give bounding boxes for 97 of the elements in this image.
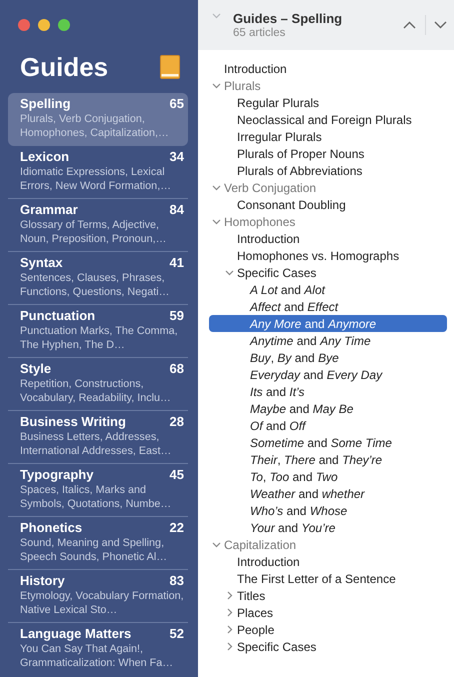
tree-item[interactable]: Weather and whether bbox=[209, 485, 447, 502]
article-count: 83 bbox=[170, 573, 184, 589]
guide-description: Spaces, Italics, Marks and Symbols, Quotations, Numbe… bbox=[20, 483, 172, 511]
tree-item[interactable]: Places bbox=[209, 604, 447, 621]
guide-title: Punctuation bbox=[20, 308, 96, 324]
guide-item[interactable]: History 83 Etymology, Vocabulary Formation, Native Lexical Sto… bbox=[8, 570, 188, 623]
guide-description: Etymology, Vocabulary Formation, Native Lexical Sto… bbox=[20, 589, 185, 617]
guide-description: Punctuation Marks, The Comma, The Hyphen, The D… bbox=[20, 324, 179, 352]
tree-item[interactable]: Your and You’re bbox=[209, 519, 447, 536]
tree-item[interactable]: Verb Conjugation bbox=[209, 179, 447, 196]
guide-item[interactable]: Grammar 84 Glossary of Terms, Adjective, Noun, Preposition, Pronoun,… bbox=[8, 199, 188, 252]
article-count: 45 bbox=[170, 467, 184, 483]
guide-title: Grammar bbox=[20, 202, 78, 218]
tree-item[interactable]: Affect and Effect bbox=[209, 298, 447, 315]
guide-item[interactable]: Punctuation 59 Punctuation Marks, The Comma, The Hyphen, The D… bbox=[8, 305, 188, 358]
tree-item[interactable]: Maybe and May Be bbox=[209, 400, 447, 417]
tree-item[interactable]: Regular Plurals bbox=[209, 94, 447, 111]
tree-item[interactable]: Titles bbox=[209, 587, 447, 604]
guide-description: Sound, Meaning and Spelling, Speech Sounds, Phonetic Al… bbox=[20, 536, 168, 564]
tree-item[interactable]: Their, There and They’re bbox=[209, 451, 447, 468]
guide-item[interactable]: Lexicon 34 Idiomatic Expressions, Lexical Errors, New Word Formation,… bbox=[8, 146, 188, 199]
tree-item[interactable]: Capitalization bbox=[209, 536, 447, 553]
guide-description: Idiomatic Expressions, Lexical Errors, New Word Formation,… bbox=[20, 165, 172, 193]
guide-title: Syntax bbox=[20, 255, 63, 271]
chevron-right-icon[interactable] bbox=[226, 608, 232, 617]
guide-description: Glossary of Terms, Adjective, Noun, Preposition, Pronoun,… bbox=[20, 218, 168, 246]
chevron-up-icon bbox=[402, 21, 416, 29]
article-count: 65 bbox=[170, 96, 184, 112]
tree-item[interactable]: Introduction bbox=[209, 230, 447, 247]
tree-item[interactable]: Homophones bbox=[209, 213, 447, 230]
article-count: 28 bbox=[170, 414, 184, 430]
guide-title: Lexicon bbox=[20, 149, 70, 165]
guide-title: Phonetics bbox=[20, 520, 82, 536]
tree-item[interactable]: Irregular Plurals bbox=[209, 128, 447, 145]
tree-item[interactable]: Introduction bbox=[209, 60, 447, 77]
tree-item[interactable]: People bbox=[209, 621, 447, 638]
tree-item[interactable]: The First Letter of a Sentence bbox=[209, 570, 447, 587]
tree-item[interactable]: Plurals bbox=[209, 77, 447, 94]
guide-item[interactable]: Spelling 65 Plurals, Verb Conjugation, Homophones, Capitalization,… bbox=[8, 93, 188, 146]
chevron-down-icon[interactable] bbox=[212, 82, 221, 88]
tree-item[interactable]: Plurals of Proper Nouns bbox=[209, 145, 447, 162]
tree-item[interactable]: Buy, By and Bye bbox=[209, 349, 447, 366]
guide-title: Language Matters bbox=[20, 626, 132, 642]
tree-item[interactable]: Its and It’s bbox=[209, 383, 447, 400]
zoom-button[interactable] bbox=[58, 19, 70, 31]
tree-item[interactable]: Specific Cases bbox=[209, 264, 447, 281]
page-title: Guides – Spelling bbox=[233, 11, 344, 26]
article-count: 34 bbox=[170, 149, 184, 165]
chevron-down-icon[interactable] bbox=[212, 542, 221, 548]
tree-item[interactable]: Consonant Doubling bbox=[209, 196, 447, 213]
guide-title: History bbox=[20, 573, 65, 589]
guide-description: Sentences, Clauses, Phrases, Functions, Questions, Negati… bbox=[20, 271, 170, 299]
tree-item[interactable]: Of and Off bbox=[209, 417, 447, 434]
article-count: 59 bbox=[170, 308, 184, 324]
article-count: 22 bbox=[170, 520, 184, 536]
tree-item[interactable]: Introduction bbox=[209, 553, 447, 570]
tree-item[interactable]: Neoclassical and Foreign Plurals bbox=[209, 111, 447, 128]
guide-title: Typography bbox=[20, 467, 94, 483]
guide-item[interactable]: Language Matters 52 You Can Say That Again!, Grammaticalization: When Fa… bbox=[8, 623, 188, 675]
article-count: 84 bbox=[170, 202, 184, 218]
article-count: 41 bbox=[170, 255, 184, 271]
tree-item[interactable]: Plurals of Abbreviations bbox=[209, 162, 447, 179]
chevron-down-icon[interactable] bbox=[212, 218, 221, 224]
tree-item[interactable]: To, Too and Two bbox=[209, 468, 447, 485]
guide-title: Business Writing bbox=[20, 414, 126, 430]
article-count: 68 bbox=[170, 361, 184, 377]
chevron-down-icon[interactable] bbox=[212, 184, 221, 190]
guide-item[interactable]: Syntax 41 Sentences, Clauses, Phrases, Functions, Questions, Negati… bbox=[8, 252, 188, 305]
tree-item[interactable]: Any More and Anymore bbox=[209, 315, 447, 332]
guide-item[interactable]: Typography 45 Spaces, Italics, Marks and Symbols, Quotations, Numbe… bbox=[8, 464, 188, 517]
tree-item[interactable]: Specific Cases bbox=[209, 638, 447, 655]
guide-item[interactable]: Business Writing 28 Business Letters, Addresses, International Addresses, East… bbox=[8, 411, 188, 464]
article-count: 52 bbox=[170, 626, 184, 642]
chevron-down-icon bbox=[434, 21, 446, 29]
tree-item[interactable]: Sometime and Some Time bbox=[209, 434, 447, 451]
guide-item[interactable]: Style 68 Repetition, Constructions, Vocabulary, Readability, Inclu… bbox=[8, 358, 188, 411]
tree-item[interactable]: Homophones vs. Homographs bbox=[209, 247, 447, 264]
chevron-right-icon[interactable] bbox=[226, 642, 232, 651]
tree-item[interactable]: Everyday and Every Day bbox=[209, 366, 447, 383]
tree-item[interactable]: Who’s and Whose bbox=[209, 502, 447, 519]
guide-description: You Can Say That Again!, Grammaticalization: When Fa… bbox=[20, 642, 174, 670]
guide-description: Plurals, Verb Conjugation, Homophones, Capitalization,… bbox=[20, 112, 170, 140]
chevron-right-icon[interactable] bbox=[226, 625, 232, 634]
guide-title: Spelling bbox=[20, 96, 71, 112]
guide-item[interactable]: Phonetics 22 Sound, Meaning and Spelling, Speech Sounds, Phonetic Al… bbox=[8, 517, 188, 570]
guide-description: Repetition, Constructions, Vocabulary, Readability, Inclu… bbox=[20, 377, 172, 405]
guide-title: Style bbox=[20, 361, 52, 377]
chevron-right-icon[interactable] bbox=[226, 591, 232, 600]
sidebar-title: Guides bbox=[20, 52, 108, 82]
minimize-button[interactable] bbox=[38, 19, 50, 31]
tree-item[interactable]: A Lot and Alot bbox=[209, 281, 447, 298]
chevron-down-icon[interactable] bbox=[225, 270, 234, 276]
close-button[interactable] bbox=[18, 19, 30, 31]
guide-description: Business Letters, Addresses, International Addresses, East… bbox=[20, 430, 172, 458]
page-subtitle: 65 articles bbox=[233, 27, 286, 39]
tree-item[interactable]: Anytime and Any Time bbox=[209, 332, 447, 349]
book-icon bbox=[160, 55, 180, 79]
